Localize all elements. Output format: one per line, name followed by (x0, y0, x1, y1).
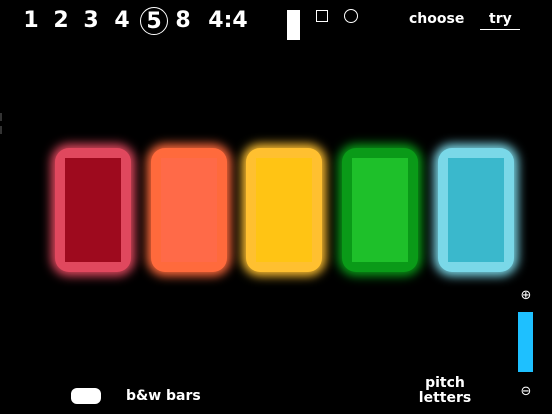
color-bar-5-fill (448, 158, 504, 262)
count-option-1[interactable]: 1 (22, 6, 40, 36)
bw-bars-label: b&w bars (126, 388, 201, 404)
count-option-4-4[interactable]: 4:4 (207, 6, 249, 36)
left-edge-tick (0, 126, 2, 134)
left-edge-tick (0, 113, 2, 121)
color-bar-4[interactable] (342, 148, 418, 272)
pitch-letters-button[interactable]: pitch letters (412, 376, 478, 406)
color-bar-3[interactable] (246, 148, 322, 272)
square-mode-icon[interactable] (316, 10, 328, 22)
zoom-out-icon[interactable]: ⊖ (518, 384, 534, 400)
color-bar-5[interactable] (438, 148, 514, 272)
count-option-3[interactable]: 3 (82, 6, 100, 36)
app-root: 1 2 3 4 5 8 4:4 choose try ⊕ ⊖ b&w bars … (0, 0, 552, 414)
zoom-in-icon[interactable]: ⊕ (518, 288, 534, 304)
color-bar-4-fill (352, 158, 408, 262)
try-underline (480, 29, 520, 30)
pitch-label-line1: pitch (425, 375, 465, 391)
count-option-8[interactable]: 8 (174, 6, 192, 36)
circle-mode-icon[interactable] (344, 9, 358, 23)
count-option-2[interactable]: 2 (52, 6, 70, 36)
bw-bars-toggle[interactable] (71, 388, 101, 404)
bar-mode-icon[interactable] (287, 10, 300, 40)
color-bar-1[interactable] (55, 148, 131, 272)
color-bar-3-fill (256, 158, 312, 262)
color-bar-2-fill (161, 158, 217, 262)
zoom-slider-fill (518, 312, 533, 372)
count-option-4[interactable]: 4 (113, 6, 131, 36)
pitch-label-line2: letters (418, 390, 472, 406)
color-bar-1-fill (65, 158, 121, 262)
choose-link[interactable]: choose (409, 10, 464, 28)
try-link[interactable]: try (489, 10, 512, 28)
color-bar-2[interactable] (151, 148, 227, 272)
zoom-slider[interactable] (518, 312, 533, 372)
count-option-5-selected[interactable]: 5 (140, 7, 168, 35)
